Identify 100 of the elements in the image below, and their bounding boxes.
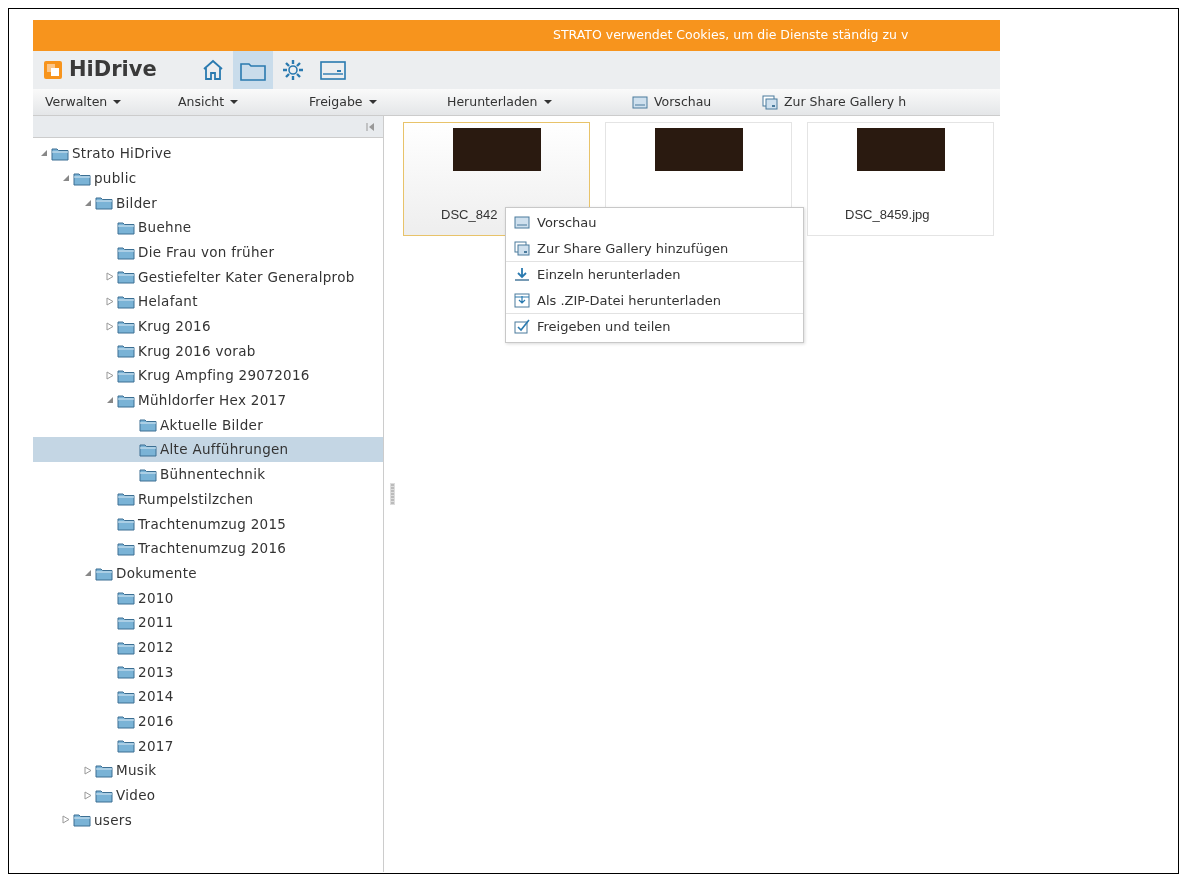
gallery-icon (762, 94, 778, 110)
folder-name: public (94, 168, 137, 188)
tree-item[interactable]: 2014 (33, 684, 383, 709)
caret-icon (113, 100, 122, 104)
file-name: DSC_8459.jpg (844, 206, 930, 224)
tree-item[interactable]: 2017 (33, 733, 383, 759)
folder-name: users (94, 810, 132, 830)
folder-icon (51, 145, 69, 161)
folder-name: Die Frau von früher (138, 242, 275, 262)
menu-button[interactable]: Verwalten (41, 92, 174, 112)
folder-icon (139, 466, 157, 482)
folder-name: Strato HiDrive (72, 144, 172, 164)
tree-item[interactable]: Rumpelstilzchen (33, 486, 383, 512)
folder-icon (117, 368, 135, 384)
expanded-arrow-icon (40, 149, 48, 158)
folder-name: Bilder (116, 193, 157, 213)
folder-name: 2011 (138, 613, 174, 633)
folder-icon (117, 244, 135, 260)
tree-item[interactable]: Dokumente (33, 560, 383, 586)
tree-item[interactable]: 2011 (33, 610, 383, 635)
folder-name: Bühnentechnik (160, 465, 266, 485)
tree-item[interactable]: Buehne (33, 215, 383, 240)
folder-name: Buehne (138, 218, 192, 238)
folder-name: 2014 (138, 687, 174, 707)
collapsed-arrow-icon (106, 321, 114, 331)
folder-name: Trachtenumzug 2016 (138, 539, 287, 559)
menu-button[interactable]: Herunterladen (443, 92, 628, 112)
folder-name: Rumpelstilzchen (138, 489, 254, 509)
collapsed-arrow-icon (84, 766, 92, 776)
menu-item[interactable]: Freigeben und teilen (506, 314, 803, 340)
file-name: DSC_842 (440, 206, 498, 224)
tree-item[interactable]: Musik (33, 758, 383, 783)
splitter-grip-icon (389, 483, 395, 505)
menu-button[interactable]: Freigabe (305, 92, 443, 112)
tree-item[interactable]: Bilder (33, 190, 383, 216)
menu-item[interactable]: Als .ZIP-Datei herunterladen (506, 287, 803, 313)
tree-item[interactable]: Krug 2016 vorab (33, 338, 383, 364)
folder-icon (139, 417, 157, 433)
folder-icon (117, 540, 135, 556)
folder-icon (117, 738, 135, 754)
folder-name: Krug 2016 (138, 317, 211, 337)
tree-item[interactable]: Trachtenumzug 2016 (33, 536, 383, 561)
folder-name: Gestiefelter Kater Generalprob (138, 267, 355, 287)
folder-name: 2013 (138, 662, 174, 682)
tree-item[interactable]: Bühnentechnik (33, 461, 383, 487)
checkbox-icon (514, 319, 530, 335)
gallery-icon (514, 240, 530, 256)
logo-icon (43, 60, 63, 80)
folder-icon (117, 516, 135, 532)
folder-name: Krug Ampfing 29072016 (138, 366, 310, 386)
caret-icon (230, 100, 239, 104)
folder-icon (73, 170, 91, 186)
expanded-arrow-icon (62, 174, 70, 183)
download-icon (514, 267, 530, 283)
caret-icon (368, 100, 377, 104)
tree-item[interactable]: users (33, 807, 383, 833)
tree-item[interactable]: Trachtenumzug 2015 (33, 511, 383, 536)
tree-item[interactable]: Video (33, 782, 383, 808)
tree-item[interactable]: Krug Ampfing 29072016 (33, 363, 383, 388)
screen-icon (514, 215, 530, 231)
folder-icon (117, 491, 135, 507)
tree-item[interactable]: public (33, 165, 383, 191)
file-tile[interactable]: DSC_8459.jpg (807, 122, 994, 236)
tree-item[interactable]: Strato HiDrive (33, 141, 383, 166)
tree-item[interactable]: 2013 (33, 659, 383, 685)
expanded-arrow-icon (84, 198, 92, 207)
collapsed-arrow-icon (62, 815, 70, 825)
drive-icon (318, 58, 347, 82)
folder-name: 2012 (138, 637, 174, 657)
tree-item[interactable]: 2010 (33, 585, 383, 611)
toolbar-button[interactable]: Zur Share Gallery h (758, 92, 958, 112)
folder-name: 2017 (138, 736, 174, 756)
menu-item[interactable]: Einzeln herunterladen (506, 262, 803, 288)
tree-item[interactable]: Alte Aufführungen (33, 437, 383, 462)
folder-name: 2010 (138, 588, 174, 608)
folder-name: 2016 (138, 712, 174, 732)
toolbar-button[interactable]: Vorschau (628, 92, 758, 112)
expanded-arrow-icon (106, 396, 114, 405)
tree-item[interactable]: Aktuelle Bilder (33, 412, 383, 438)
cookie-banner-text: STRATO verwendet Cookies, um die Dienste ständig zu v (33, 20, 1000, 51)
collapse-icon (366, 121, 375, 132)
nav-tab[interactable] (232, 51, 273, 89)
folder-icon (117, 614, 135, 630)
tree-item[interactable]: 2016 (33, 708, 383, 734)
menu-button[interactable]: Ansicht (174, 92, 305, 112)
tree-item[interactable]: Gestiefelter Kater Generalprob (33, 264, 383, 290)
collapsed-arrow-icon (106, 272, 114, 282)
folder-icon (117, 343, 135, 359)
tree-item[interactable]: Die Frau von früher (33, 239, 383, 265)
tree-item[interactable]: 2012 (33, 634, 383, 660)
menu-item[interactable]: Zur Share Gallery hinzufügen (506, 235, 803, 261)
menu-item[interactable]: Vorschau (506, 210, 803, 236)
tree-item[interactable]: Mühldorfer Hex 2017 (33, 387, 383, 413)
tree-item[interactable]: Krug 2016 (33, 313, 383, 339)
folder-icon (117, 219, 135, 235)
tree-item[interactable]: Helafant (33, 289, 383, 314)
settings-icon (280, 58, 305, 82)
logo-text: HiDrive (69, 56, 157, 84)
collapsed-arrow-icon (106, 371, 114, 381)
folder-icon (117, 318, 135, 334)
